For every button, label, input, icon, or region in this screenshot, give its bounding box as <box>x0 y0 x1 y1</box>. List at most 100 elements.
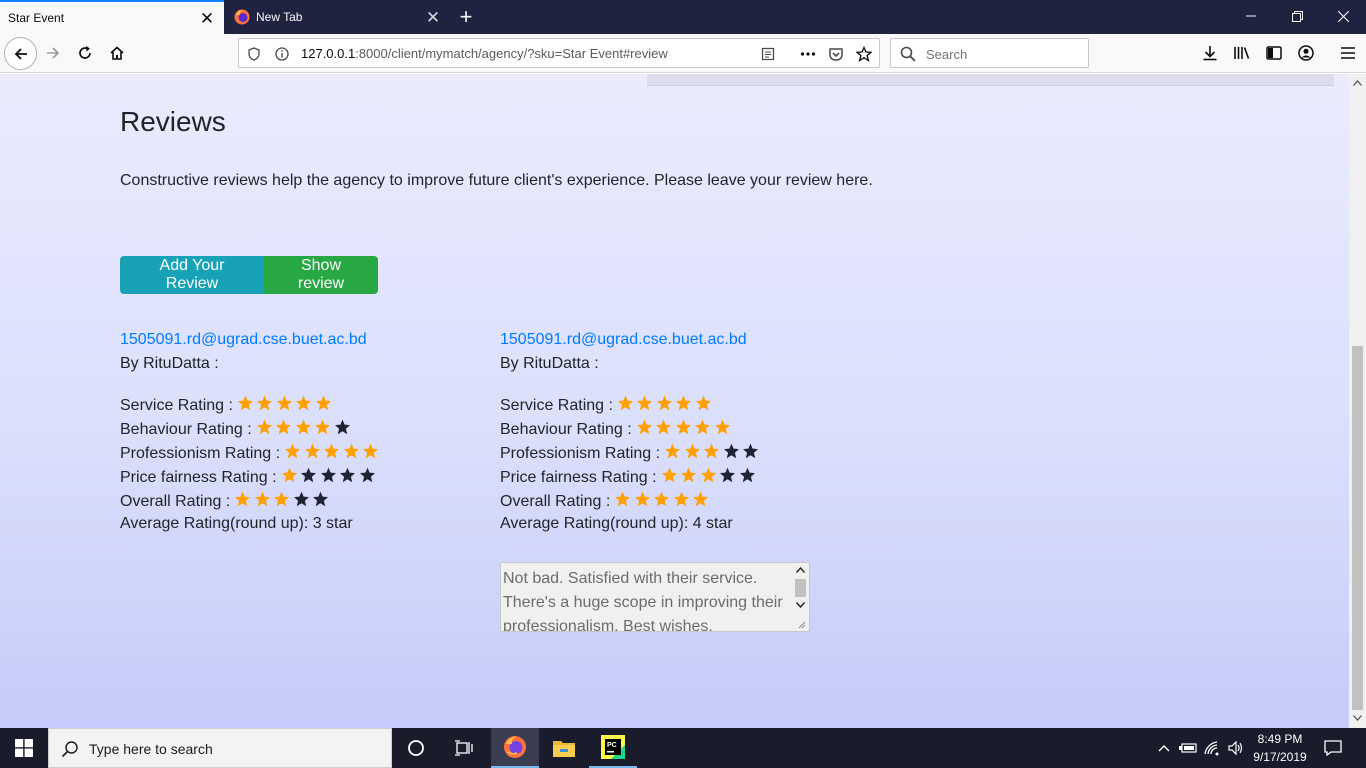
rating-label: Service Rating : <box>120 397 233 414</box>
star-filled-icon <box>656 395 672 411</box>
close-icon <box>1337 10 1349 22</box>
site-info-icon[interactable] <box>273 45 291 63</box>
library-button[interactable] <box>1232 43 1252 63</box>
star-filled-icon <box>656 419 672 435</box>
star-filled-icon <box>665 443 681 459</box>
page-viewport: Reviews Constructive reviews help the ag… <box>0 74 1349 728</box>
search-input[interactable]: Search <box>890 38 1089 68</box>
sidebar-button[interactable] <box>1264 43 1284 63</box>
search-placeholder: Search <box>926 47 968 62</box>
scroll-down-icon[interactable] <box>1353 715 1362 721</box>
show-review-button[interactable]: Show review <box>264 256 378 294</box>
address-bar[interactable]: 127.0.0.1:8000/client/mymatch/agency/?sk… <box>238 38 880 68</box>
star-filled-icon <box>254 491 270 507</box>
new-tab-button[interactable]: + <box>452 4 480 30</box>
star-empty-icon <box>723 443 739 459</box>
close-tab-icon[interactable]: ✕ <box>422 6 444 28</box>
star-rating <box>664 443 762 465</box>
cortana-circle-icon <box>408 740 424 756</box>
star-rating <box>614 491 712 513</box>
rating-row: Professionism Rating : <box>500 442 860 466</box>
star-filled-icon <box>256 419 272 435</box>
scroll-up-icon[interactable] <box>796 567 805 573</box>
home-button[interactable] <box>102 38 132 68</box>
rating-row: Price fairness Rating : <box>120 466 480 490</box>
system-clock[interactable]: 8:49 PM 9/17/2019 <box>1248 730 1312 766</box>
reviewer-email-link[interactable]: 1505091.rd@ugrad.cse.buet.ac.bd <box>120 330 480 354</box>
notification-icon <box>1324 740 1342 756</box>
star-rating <box>661 467 759 489</box>
rating-row: Behaviour Rating : <box>500 418 860 442</box>
taskbar-search-box[interactable]: Type here to search <box>48 728 392 768</box>
svg-text:PC: PC <box>607 742 617 749</box>
windows-taskbar: Type here to search PC 8:49 PM 9/17/2019 <box>0 728 1366 768</box>
star-empty-icon <box>293 491 309 507</box>
sidebar-icon <box>1266 46 1282 60</box>
network-button[interactable] <box>1202 738 1222 758</box>
tracking-shield-icon[interactable] <box>245 45 263 63</box>
taskbar-file-explorer[interactable] <box>540 728 588 768</box>
rating-label: Service Rating : <box>500 397 613 414</box>
star-filled-icon <box>285 443 301 459</box>
tab-new-tab[interactable]: New Tab ✕ <box>224 0 450 34</box>
cortana-button[interactable] <box>392 728 440 768</box>
average-rating: Average Rating(round up): 3 star <box>120 515 353 532</box>
taskbar-firefox[interactable] <box>491 728 539 768</box>
rating-label: Overall Rating : <box>120 493 231 510</box>
star-rating <box>256 419 354 441</box>
restore-window-button[interactable] <box>1274 0 1320 32</box>
reload-button[interactable] <box>70 38 100 68</box>
downloads-button[interactable] <box>1200 43 1220 63</box>
account-button[interactable] <box>1296 43 1316 63</box>
scrollbar-thumb[interactable] <box>795 579 806 597</box>
star-rating <box>284 443 382 465</box>
action-center-button[interactable] <box>1323 738 1343 758</box>
tab-strip: Star Event ✕ New Tab ✕ + <box>0 0 1366 34</box>
tab-star-event[interactable]: Star Event ✕ <box>0 0 224 34</box>
account-icon <box>1298 45 1314 61</box>
volume-button[interactable] <box>1226 738 1246 758</box>
page-actions-icon[interactable] <box>799 45 817 63</box>
forward-button[interactable] <box>38 38 68 68</box>
search-icon <box>61 741 78 758</box>
scroll-up-icon[interactable] <box>1353 80 1362 86</box>
pocket-icon[interactable] <box>827 45 845 63</box>
star-filled-icon <box>257 395 273 411</box>
url-host: 127.0.0.1 <box>301 46 356 61</box>
bookmark-star-icon[interactable] <box>855 45 873 63</box>
close-window-button[interactable] <box>1320 0 1366 32</box>
resize-grip-icon[interactable] <box>798 621 806 629</box>
average-rating: Average Rating(round up): 4 star <box>500 515 733 532</box>
url-text[interactable]: 127.0.0.1:8000/client/mymatch/agency/?sk… <box>301 46 668 61</box>
rating-row: Overall Rating : <box>500 490 860 514</box>
ratings-list: Service Rating : Behaviour Rating : Prof… <box>500 394 860 538</box>
star-filled-icon <box>295 419 311 435</box>
arrow-right-icon <box>47 47 60 59</box>
minimize-window-button[interactable] <box>1228 0 1274 32</box>
star-filled-icon <box>676 395 692 411</box>
close-tab-icon[interactable]: ✕ <box>196 7 218 29</box>
scroll-down-icon[interactable] <box>796 602 805 608</box>
rating-label: Professionism Rating : <box>500 445 661 462</box>
show-hidden-icons-button[interactable] <box>1154 738 1174 758</box>
star-empty-icon <box>334 419 350 435</box>
page-scrollbar[interactable] <box>1349 74 1366 728</box>
reviewer-name: By RituDatta : <box>500 355 599 372</box>
task-view-button[interactable] <box>440 728 488 768</box>
scrollbar-thumb[interactable] <box>1352 346 1363 710</box>
start-button[interactable] <box>0 728 48 768</box>
review-comment-textarea[interactable]: Not bad. Satisfied with their service. T… <box>500 562 810 632</box>
review-comment-text: Not bad. Satisfied with their service. T… <box>503 570 783 632</box>
add-review-button[interactable]: Add Your Review <box>120 256 264 294</box>
menu-button[interactable] <box>1338 43 1358 63</box>
reviewer-email-link[interactable]: 1505091.rd@ugrad.cse.buet.ac.bd <box>500 330 860 354</box>
star-rating <box>617 395 715 417</box>
battery-button[interactable] <box>1178 738 1198 758</box>
restore-icon <box>1291 10 1303 22</box>
taskbar-pycharm[interactable]: PC <box>589 728 637 768</box>
speaker-icon <box>1228 740 1243 756</box>
comment-scrollbar[interactable] <box>792 563 809 631</box>
back-button[interactable] <box>4 37 37 70</box>
star-filled-icon <box>681 467 697 483</box>
reader-view-icon[interactable] <box>759 45 777 63</box>
